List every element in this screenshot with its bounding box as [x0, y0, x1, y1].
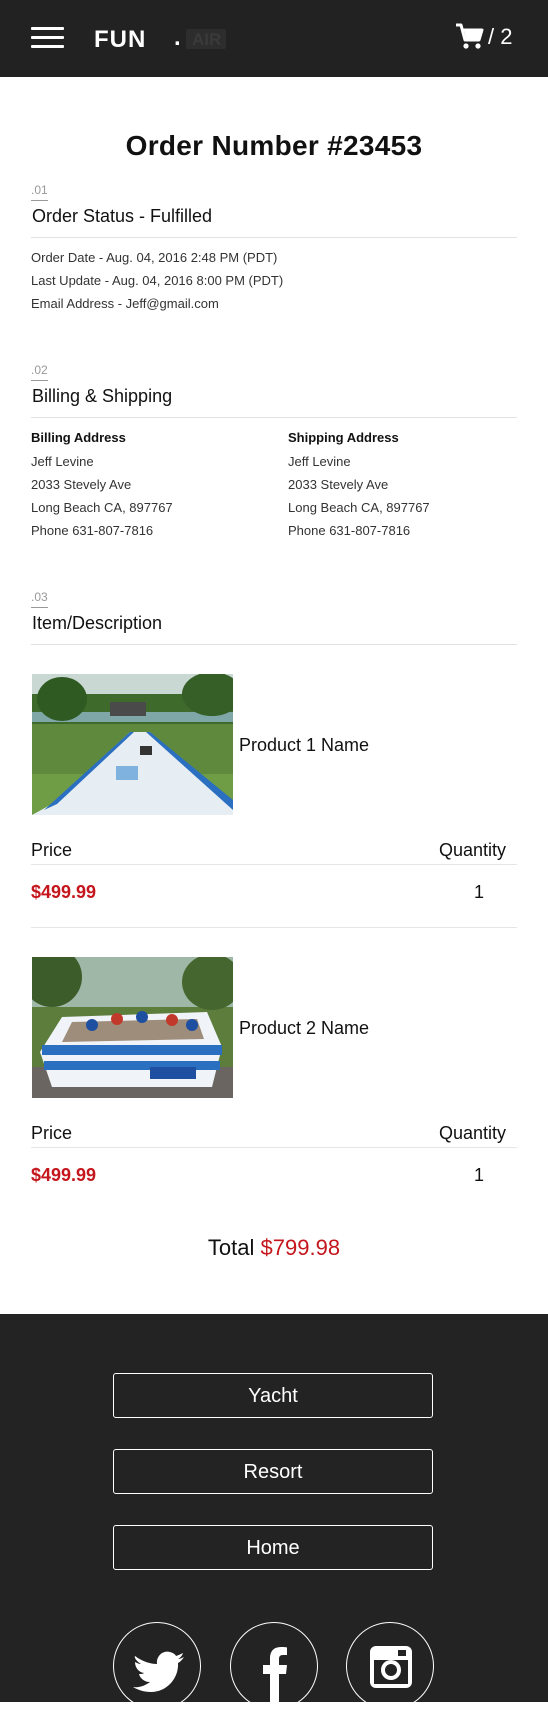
- section-divider: [31, 644, 517, 645]
- quantity-label: Quantity: [439, 840, 507, 860]
- section-divider: [31, 237, 517, 238]
- home-button[interactable]: Home: [113, 1525, 433, 1570]
- logo-text: FUN: [94, 26, 147, 53]
- billing-street: 2033 Stevely Ave: [31, 477, 132, 492]
- total-label: Total: [207, 1235, 255, 1260]
- yacht-button[interactable]: Yacht: [113, 1373, 433, 1418]
- section-divider: [31, 417, 517, 418]
- shipping-phone: Phone 631-807-7816: [288, 523, 411, 538]
- last-update: Last Update - Aug. 04, 2016 8:00 PM (PDT…: [31, 273, 284, 288]
- billing-city: Long Beach CA, 897767: [31, 500, 173, 515]
- instagram-icon[interactable]: [346, 1622, 434, 1710]
- email-address: Email Address - Jeff@gmail.com: [31, 296, 219, 311]
- product-1-image[interactable]: [32, 674, 233, 815]
- billing-address-heading: Billing Address: [31, 430, 126, 445]
- total-value: $799.98: [260, 1235, 341, 1260]
- section-title-item-description: Item/Description: [32, 613, 163, 633]
- facebook-icon[interactable]: [230, 1622, 318, 1710]
- billing-name: Jeff Levine: [31, 454, 94, 469]
- section-number-underline: [31, 380, 48, 381]
- cart-count[interactable]: / 2: [488, 24, 512, 50]
- shipping-street: 2033 Stevely Ave: [288, 477, 389, 492]
- row-divider: [31, 864, 517, 865]
- product-quantity: 1: [474, 882, 485, 902]
- section-title-order-status: Order Status - Fulfilled: [32, 206, 213, 226]
- quantity-label: Quantity: [439, 1123, 507, 1143]
- price-label: Price: [31, 840, 73, 860]
- shipping-name: Jeff Levine: [288, 454, 351, 469]
- product-name[interactable]: Product 2 Name: [239, 1018, 369, 1039]
- logo-air-text: AIR: [192, 30, 222, 49]
- section-number: .01: [31, 183, 48, 197]
- section-number-underline: [31, 607, 48, 608]
- order-date: Order Date - Aug. 04, 2016 2:48 PM (PDT): [31, 250, 278, 265]
- product-price: $499.99: [31, 882, 97, 902]
- product-divider: [31, 927, 517, 928]
- shipping-city: Long Beach CA, 897767: [288, 500, 430, 515]
- shipping-address-heading: Shipping Address: [288, 430, 399, 445]
- order-total: Total $799.98: [0, 1235, 548, 1261]
- section-number: .02: [31, 363, 48, 377]
- resort-button[interactable]: Resort: [113, 1449, 433, 1494]
- hamburger-menu-icon[interactable]: [31, 27, 64, 49]
- billing-phone: Phone 631-807-7816: [31, 523, 154, 538]
- logo-dot: .: [174, 24, 181, 51]
- product-2-image[interactable]: [32, 957, 233, 1098]
- shopping-cart-icon[interactable]: [454, 22, 484, 52]
- product-quantity: 1: [474, 1165, 485, 1185]
- top-navigation-bar: FUN . AIR / 2: [0, 0, 548, 77]
- price-label: Price: [31, 1123, 73, 1143]
- product-price: $499.99: [31, 1165, 97, 1185]
- row-divider: [31, 1147, 517, 1148]
- page-title: Order Number #23453: [125, 130, 423, 161]
- section-number-underline: [31, 200, 48, 201]
- twitter-icon[interactable]: [113, 1622, 201, 1710]
- product-name[interactable]: Product 1 Name: [239, 735, 369, 756]
- section-title-billing-shipping: Billing & Shipping: [32, 386, 173, 406]
- section-number: .03: [31, 590, 48, 604]
